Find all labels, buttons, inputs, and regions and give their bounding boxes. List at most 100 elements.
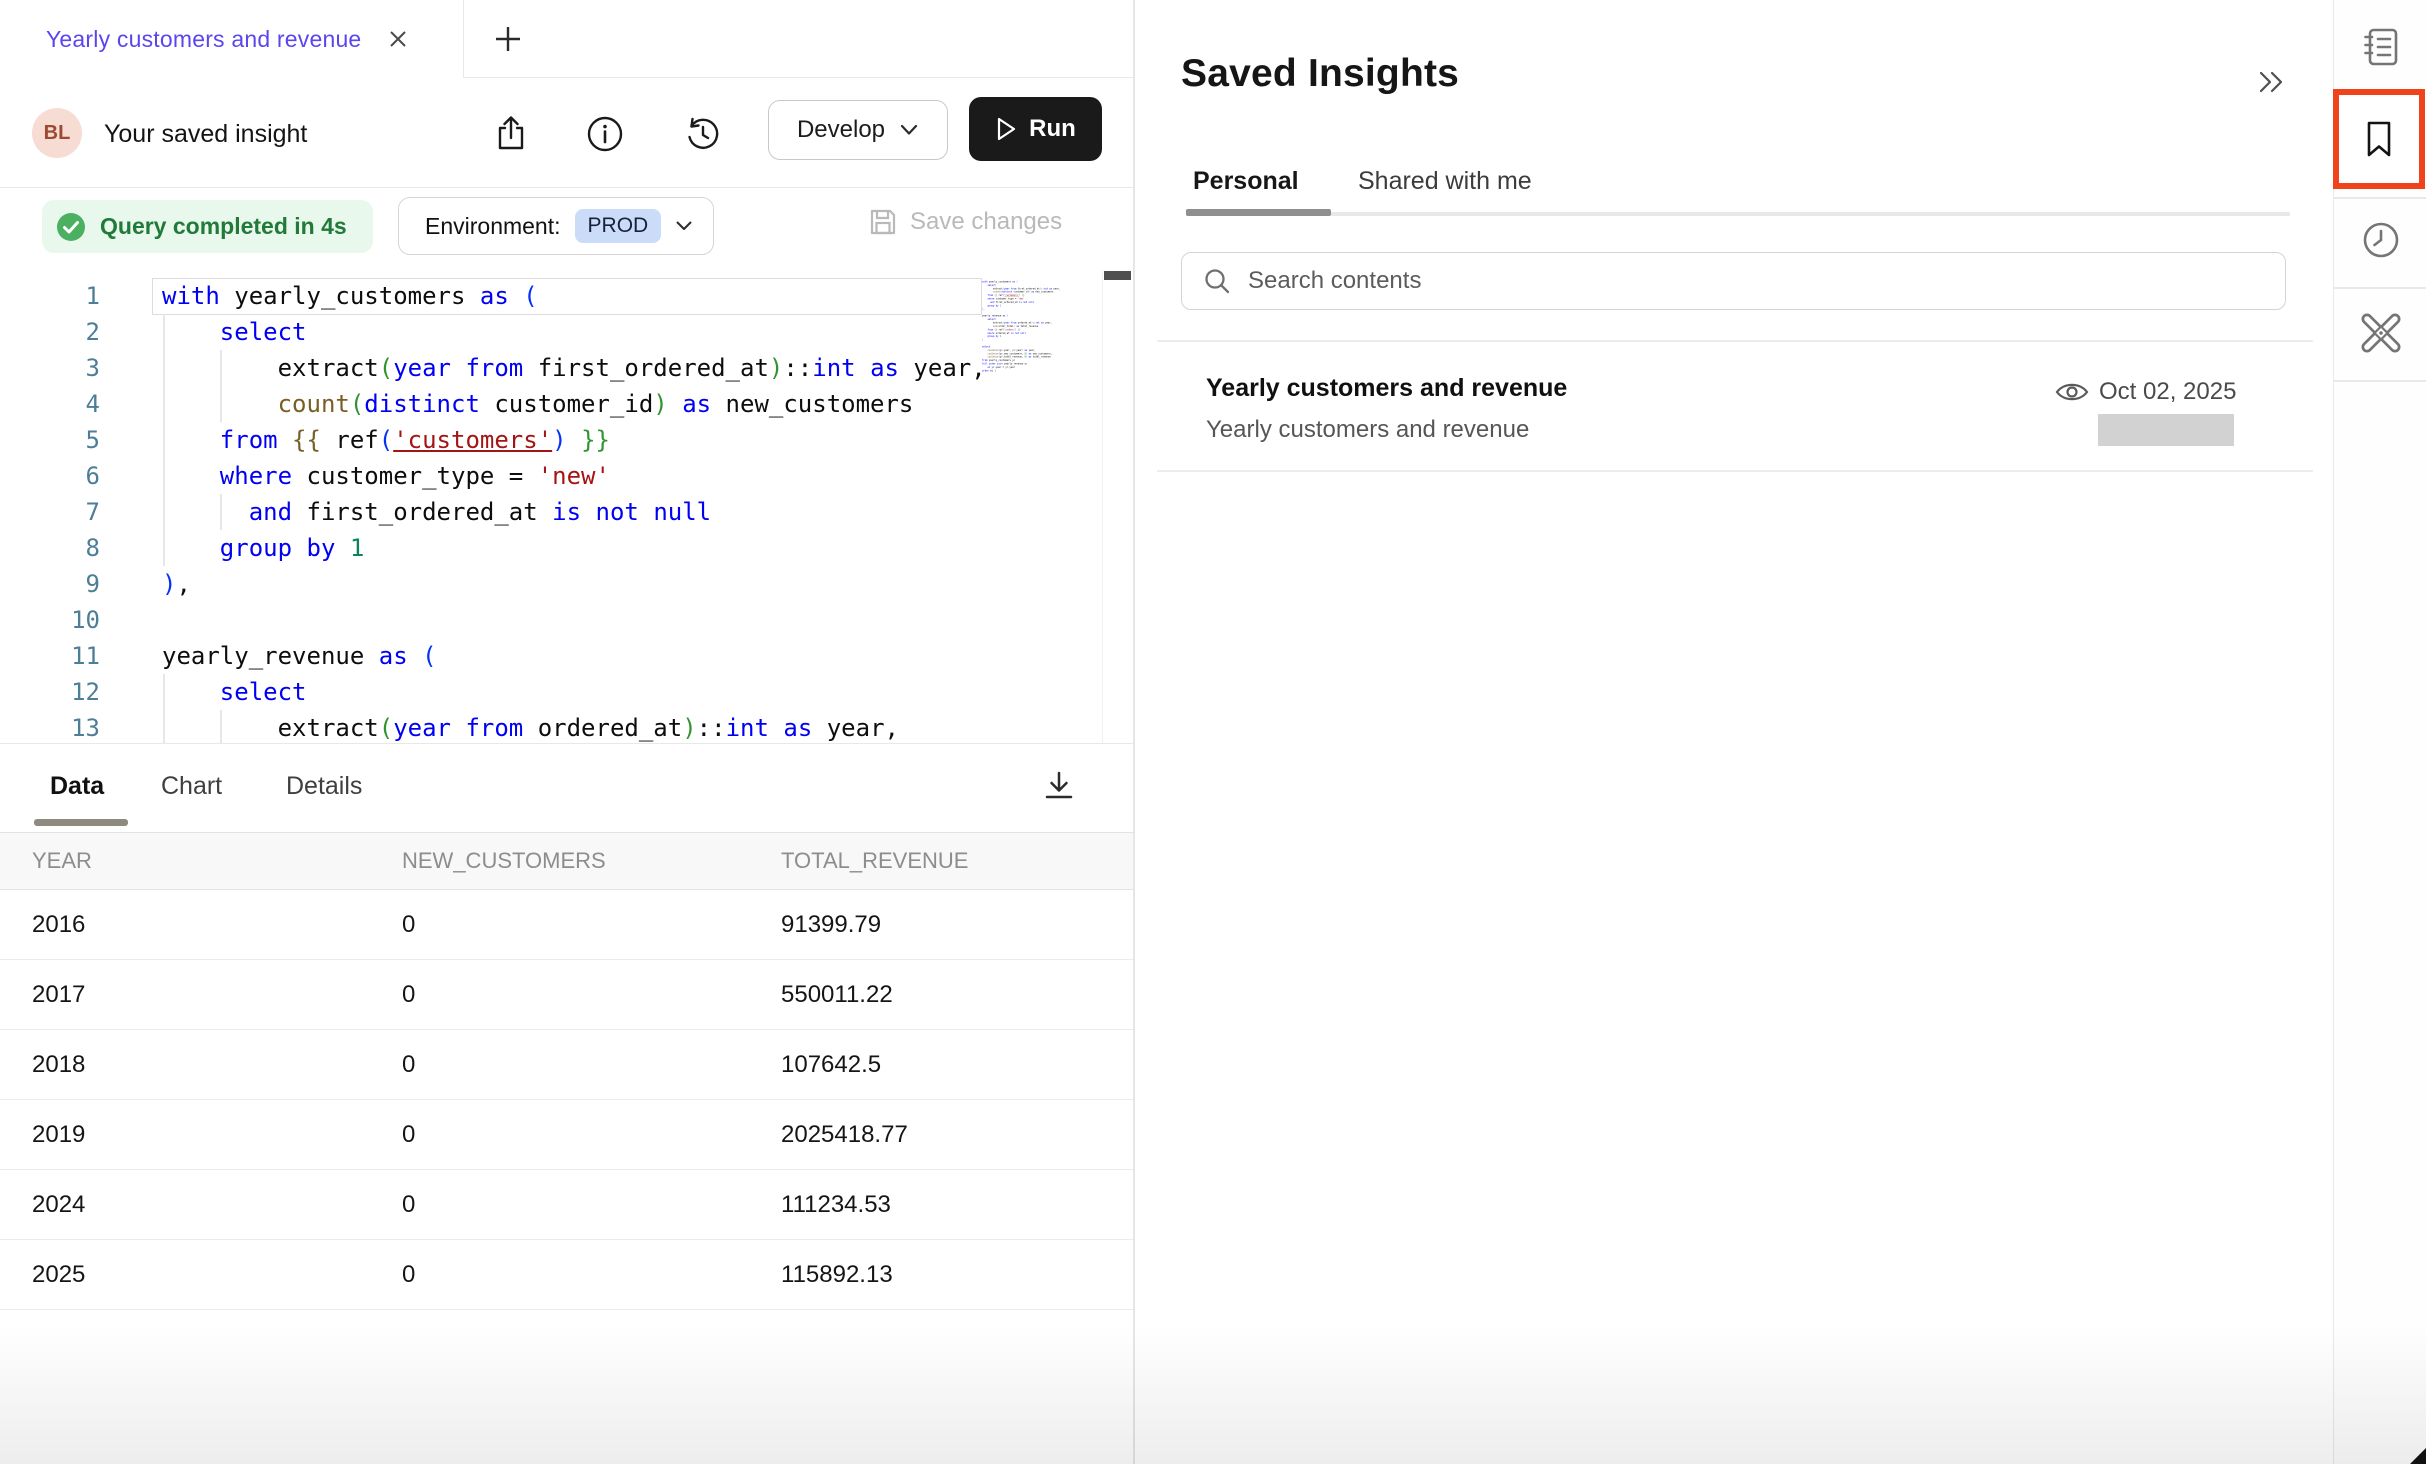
column-header-total-revenue: TOTAL_REVENUE [755, 848, 1133, 874]
query-status-badge: Query completed in 4s [42, 200, 373, 253]
code-line[interactable]: extract(year from ordered_at)::int as ye… [162, 710, 982, 743]
code-token: ) [552, 426, 566, 454]
code-token [451, 354, 465, 382]
tab-chart[interactable]: Chart [161, 772, 222, 801]
app-window: Yearly customers and revenue BL Your sav… [0, 0, 2426, 1464]
catalog-panel-button[interactable] [2334, 12, 2426, 82]
column-header-year: YEAR [0, 848, 375, 874]
code-line[interactable]: group by 1 [162, 530, 982, 566]
code-token: int [726, 714, 769, 742]
table-cell: 2017 [0, 981, 375, 1009]
code-token: distinct [364, 390, 480, 418]
code-token: ( [350, 390, 364, 418]
line-number: 3 [0, 350, 100, 386]
line-number: 11 [0, 638, 100, 674]
code-token: ) [653, 390, 667, 418]
code-token: {{ [292, 426, 321, 454]
code-token: , [176, 570, 190, 598]
new-tab-button[interactable] [486, 17, 530, 61]
code-line[interactable]: select [162, 674, 982, 710]
save-changes-button[interactable]: Save changes [868, 207, 1062, 237]
run-label: Run [1029, 115, 1076, 143]
code-line[interactable]: ), [162, 566, 982, 602]
code-token: 'new' [538, 462, 610, 490]
code-line[interactable]: count(distinct customer_id) as new_custo… [162, 386, 982, 422]
code-line[interactable]: yearly_revenue as ( [162, 638, 982, 674]
avatar: BL [32, 108, 82, 158]
column-header-new-customers: NEW_CUSTOMERS [375, 848, 755, 874]
editor-gutter: 1234567891011121314151617181920212223242… [0, 278, 100, 743]
code-token: extract [162, 714, 379, 742]
code-token [567, 426, 581, 454]
line-number: 2 [0, 314, 100, 350]
code-token: 1 [1000, 335, 1001, 338]
code-token [335, 534, 349, 562]
line-number: 13 [0, 710, 100, 743]
line-number: 7 [0, 494, 100, 530]
tab-personal[interactable]: Personal [1193, 167, 1299, 196]
code-token: by [307, 534, 336, 562]
line-number: 5 [0, 422, 100, 458]
dbt-panel-button[interactable] [2334, 298, 2426, 368]
dbt-logo-icon [2358, 310, 2404, 356]
search-contents-box[interactable] [1181, 252, 2286, 310]
code-line[interactable]: from {{ ref('customers') }} [162, 422, 982, 458]
table-cell: 2024 [0, 1191, 375, 1219]
code-token: first_ordered_at [523, 354, 769, 382]
tabs-underline-track [1186, 212, 2290, 216]
tab-yearly-customers-and-revenue[interactable]: Yearly customers and revenue [0, 0, 464, 78]
editor-code[interactable]: with yearly_customers as ( select extrac… [162, 278, 982, 743]
tab-shared-with-me[interactable]: Shared with me [1358, 167, 1532, 196]
tab-details[interactable]: Details [286, 772, 362, 801]
table-cell: 91399.79 [755, 911, 1133, 939]
code-token: as [682, 390, 711, 418]
check-circle-icon [56, 212, 86, 242]
code-token: null [1020, 332, 1025, 335]
environment-selector[interactable]: Environment: PROD [398, 197, 714, 255]
download-button[interactable] [1036, 764, 1082, 810]
share-button[interactable] [489, 112, 533, 156]
code-token: :: [697, 714, 726, 742]
chevron-down-icon [675, 220, 693, 232]
code-line[interactable]: extract(year from first_ordered_at)::int… [162, 350, 982, 386]
develop-dropdown[interactable]: Develop [768, 100, 948, 160]
editor-minimap[interactable]: with yearly_customers as ( select extrac… [982, 280, 1132, 460]
history-panel-button[interactable] [2334, 205, 2426, 275]
code-line[interactable] [162, 602, 982, 638]
code-token: select [220, 678, 307, 706]
double-chevron-right-icon [2253, 67, 2287, 97]
tab-data[interactable]: Data [50, 772, 104, 801]
download-icon [1041, 770, 1077, 804]
saved-insights-panel-button[interactable] [2333, 89, 2425, 189]
code-token [162, 498, 249, 526]
info-button[interactable] [583, 112, 627, 156]
table-cell: 2018 [0, 1051, 375, 1079]
code-token: as [870, 354, 899, 382]
code-line[interactable]: where customer_type = 'new' [162, 458, 982, 494]
collapse-panel-button[interactable] [2246, 60, 2294, 104]
editor-scrollbar-thumb[interactable] [1104, 271, 1131, 280]
history-button[interactable] [681, 112, 725, 156]
code-token: as [480, 282, 509, 310]
run-button[interactable]: Run [969, 97, 1102, 161]
code-line[interactable]: select [162, 314, 982, 350]
code-line[interactable]: and first_ordered_at is not null [162, 494, 982, 530]
table-cell: 2025418.77 [755, 1121, 1133, 1149]
clock-icon [2359, 218, 2403, 262]
minimap-line: order by 1 [982, 369, 1096, 372]
code-token: year, [899, 354, 982, 382]
code-token: with [162, 282, 220, 310]
code-token: customer_type = [292, 462, 538, 490]
sql-editor[interactable]: 1234567891011121314151617181920212223242… [0, 278, 1133, 743]
code-token: 1 [994, 369, 995, 372]
close-tab-icon[interactable] [383, 24, 413, 54]
code-line[interactable]: with yearly_customers as ( [162, 278, 982, 314]
code-token: customer_id [480, 390, 653, 418]
results-table-body: 2016091399.7920170550011.2220180107642.5… [0, 890, 1133, 1310]
active-tab-indicator [1186, 209, 1331, 216]
resize-corner [2410, 1448, 2426, 1464]
code-token: ) [162, 570, 176, 598]
search-input[interactable] [1248, 267, 2285, 295]
code-token [162, 318, 220, 346]
table-row: 20170550011.22 [0, 960, 1133, 1030]
